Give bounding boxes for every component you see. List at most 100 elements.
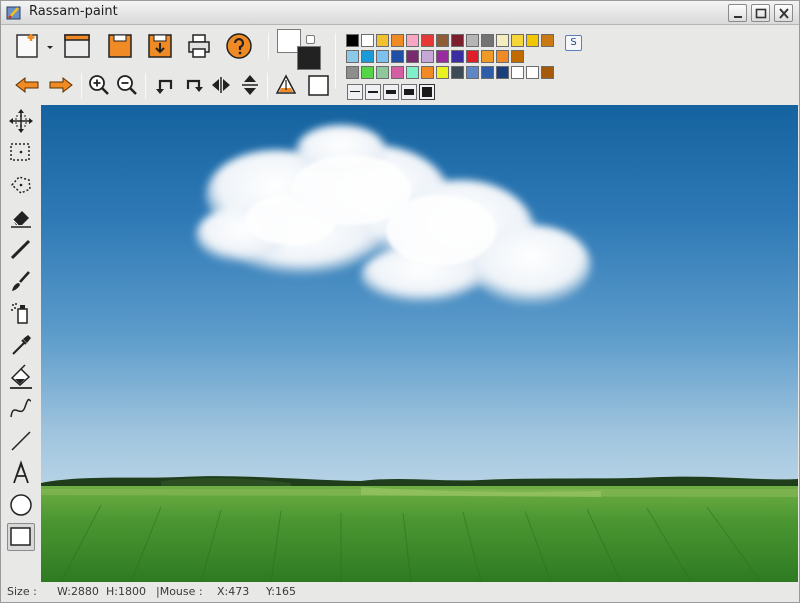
line-icon <box>11 431 31 451</box>
brush-tool[interactable] <box>7 267 35 295</box>
flip-vertical-button[interactable] <box>238 71 262 99</box>
rotate-left-button[interactable] <box>152 71 176 99</box>
spray-tool[interactable] <box>7 299 35 327</box>
palette-swatch[interactable] <box>436 66 449 79</box>
move-tool[interactable] <box>7 107 35 135</box>
drawing-canvas[interactable] <box>41 105 798 582</box>
landscape-image <box>41 125 798 582</box>
line-width-thickest[interactable] <box>419 84 435 100</box>
rectangle-tool[interactable] <box>7 523 35 551</box>
maximize-button[interactable] <box>751 4 770 22</box>
palette-swatch[interactable] <box>496 34 509 47</box>
palette-swatch[interactable] <box>406 34 419 47</box>
palette-swatch[interactable] <box>436 34 449 47</box>
color-picker-tool[interactable] <box>7 331 35 359</box>
redo-button[interactable] <box>47 71 75 99</box>
palette-swatch[interactable] <box>421 66 434 79</box>
palette-swatch[interactable] <box>346 66 359 79</box>
palette-swatch[interactable] <box>346 50 359 63</box>
flip-horizontal-button[interactable] <box>209 71 233 99</box>
palette-swatch[interactable] <box>406 66 419 79</box>
new-dropdown-button[interactable] <box>44 31 56 61</box>
palette-swatch[interactable] <box>391 66 404 79</box>
palette-swatch[interactable] <box>451 34 464 47</box>
palette-swatch[interactable] <box>511 34 524 47</box>
palette-swatch[interactable] <box>391 34 404 47</box>
palette-swatch[interactable] <box>421 50 434 63</box>
palette-swatch[interactable] <box>481 34 494 47</box>
line-width-thicker[interactable] <box>401 84 417 100</box>
fill-bucket-tool[interactable] <box>7 363 35 391</box>
palette-swatch[interactable] <box>481 50 494 63</box>
palette-swatch[interactable] <box>541 34 554 47</box>
palette-swatch[interactable] <box>526 34 539 47</box>
line-width-thick[interactable] <box>383 84 399 100</box>
palette-swatch[interactable] <box>361 66 374 79</box>
swap-colors-toggle[interactable] <box>306 35 315 44</box>
palette-swatch[interactable] <box>496 50 509 63</box>
help-button[interactable] <box>224 31 254 61</box>
undo-button[interactable] <box>13 71 41 99</box>
s-button[interactable]: S <box>565 35 582 51</box>
palette-swatch[interactable] <box>451 50 464 63</box>
palette-swatch[interactable] <box>496 66 509 79</box>
palette-swatch[interactable] <box>511 66 524 79</box>
palette-swatch[interactable] <box>466 66 479 79</box>
save-button[interactable] <box>105 31 135 61</box>
mouse-y: Y:165 <box>266 585 296 598</box>
lasso-select-tool[interactable] <box>7 171 35 199</box>
save-as-button[interactable] <box>145 31 175 61</box>
palette-swatch[interactable] <box>436 50 449 63</box>
palette-swatch[interactable] <box>481 66 494 79</box>
new-file-icon <box>16 34 38 58</box>
close-button[interactable] <box>774 4 793 22</box>
window-title: Rassam-paint <box>29 4 118 19</box>
palette-swatch[interactable] <box>376 66 389 79</box>
open-button[interactable] <box>62 31 92 61</box>
palette-swatch[interactable] <box>526 66 539 79</box>
curve-tool[interactable] <box>7 395 35 423</box>
palette-swatch[interactable] <box>541 66 554 79</box>
rotate-right-icon <box>186 79 203 92</box>
line-width-thin[interactable] <box>347 84 363 100</box>
palette-swatch[interactable] <box>346 34 359 47</box>
pencil-tool[interactable] <box>7 235 35 263</box>
eraser-icon <box>11 211 31 228</box>
palette-swatch[interactable] <box>466 50 479 63</box>
palette-swatch[interactable] <box>361 50 374 63</box>
palette-swatch[interactable] <box>421 34 434 47</box>
eraser-tool[interactable] <box>7 203 35 231</box>
palette-swatch[interactable] <box>361 34 374 47</box>
outline-shape-button[interactable] <box>307 71 331 99</box>
app-logo-icon <box>6 6 21 20</box>
mouse-label: |Mouse : <box>156 585 203 598</box>
palette-swatch[interactable] <box>376 50 389 63</box>
palette-swatch[interactable] <box>391 50 404 63</box>
rotate-right-button[interactable] <box>181 71 205 99</box>
rect-select-tool[interactable] <box>7 139 35 167</box>
palette-swatch[interactable] <box>376 34 389 47</box>
line-tool[interactable] <box>7 427 35 455</box>
zoom-out-button[interactable] <box>115 71 139 99</box>
brush-icon <box>12 271 30 291</box>
palette-swatch[interactable] <box>466 34 479 47</box>
text-tool[interactable] <box>7 459 35 487</box>
maximize-icon <box>755 8 767 19</box>
fill-shape-button[interactable] <box>274 71 298 99</box>
palette-swatch[interactable] <box>511 50 524 63</box>
zoom-out-icon <box>117 75 137 95</box>
status-bar: Size : W:2880 H:1800 |Mouse : X:473 Y:16… <box>1 582 799 602</box>
toolbar-separator <box>268 33 269 59</box>
zoom-in-button[interactable] <box>87 71 111 99</box>
curve-icon <box>10 398 32 418</box>
palette-swatch[interactable] <box>451 66 464 79</box>
toolbar-separator <box>145 73 146 99</box>
secondary-color-swatch[interactable] <box>297 46 321 70</box>
line-width-medium[interactable] <box>365 84 381 100</box>
ellipse-tool[interactable] <box>7 491 35 519</box>
minimize-icon <box>734 16 742 18</box>
new-file-button[interactable] <box>13 31 43 61</box>
minimize-button[interactable] <box>728 4 747 22</box>
print-button[interactable] <box>184 31 214 61</box>
palette-swatch[interactable] <box>406 50 419 63</box>
